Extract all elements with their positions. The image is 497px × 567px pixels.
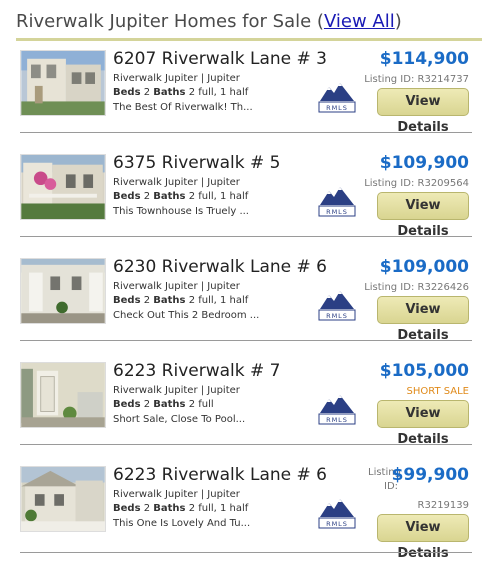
listing-photo[interactable] [20,258,106,324]
beds-label: Beds [113,191,141,202]
baths-label: Baths [153,191,186,202]
svg-text:RMLS: RMLS [326,416,348,424]
listing-description: The Best Of Riverwalk! Th... [113,102,253,113]
page-title-text: Riverwalk Jupiter Homes for Sale [16,11,312,32]
beds-value: 2 [143,295,151,306]
townhouse-photo [21,155,105,219]
baths-value: 2 full [188,399,214,410]
listing-community: Riverwalk Jupiter | Jupiter [113,489,240,500]
listing-item: 6223 Riverwalk # 7 Riverwalk Jupiter | J… [20,360,472,454]
listing-community: Riverwalk Jupiter | Jupiter [113,177,240,188]
listing-item: 6223 Riverwalk Lane # 6 Riverwalk Jupite… [20,464,472,561]
listing-description: This Townhouse Is Truely ... [113,206,249,217]
listing-community: Riverwalk Jupiter | Jupiter [113,385,240,396]
page-title: Riverwalk Jupiter Homes for Sale (View A… [16,10,482,34]
beds-label: Beds [113,503,141,514]
listing-beds-baths: Beds 2 Baths 2 full, 1 half [113,86,248,99]
townhouse-photo [21,363,105,427]
beds-value: 2 [143,503,151,514]
listing-address[interactable]: 6375 Riverwalk # 5 [113,152,280,174]
listing-item: 6375 Riverwalk # 5 Riverwalk Jupiter | J… [20,152,472,246]
beds-label: Beds [113,399,141,410]
short-sale-badge: SHORT SALE [406,386,469,397]
listing-id: Listing ID: R3209564 [364,178,469,189]
baths-value: 2 full, 1 half [188,87,249,98]
divider [20,340,472,341]
baths-label: Baths [153,295,186,306]
listing-price: $109,900 [379,153,469,173]
baths-label: Baths [153,503,186,514]
baths-label: Baths [153,399,186,410]
listing-beds-baths: Beds 2 Baths 2 full, 1 half [113,294,248,307]
beds-label: Beds [113,295,141,306]
beds-value: 2 [143,399,151,410]
svg-text:RMLS: RMLS [326,520,348,528]
listing-description: This One Is Lovely And Tu... [113,518,251,529]
svg-text:RMLS: RMLS [326,208,348,216]
baths-value: 2 full, 1 half [188,191,249,202]
divider [20,444,472,445]
listing-id: Listing ID: R3226426 [364,282,469,293]
section-header: Riverwalk Jupiter Homes for Sale (View A… [16,10,482,41]
paren-open: ( [311,11,324,32]
listing-photo[interactable] [20,362,106,428]
listing-address[interactable]: 6223 Riverwalk # 7 [113,360,280,382]
listing-beds-baths: Beds 2 Baths 2 full [113,398,214,411]
listing-price: $105,000 [379,361,469,381]
listing-price: $109,000 [379,257,469,277]
rmls-logo-icon: RMLS [317,494,357,529]
townhouse-photo [21,259,105,323]
rmls-logo-icon: RMLS [317,390,357,425]
view-details-button[interactable]: View Details [377,192,469,239]
beds-value: 2 [143,191,151,202]
listing-address[interactable]: 6207 Riverwalk Lane # 3 [113,48,327,70]
listing-item: 6207 Riverwalk Lane # 3 Riverwalk Jupite… [20,48,472,142]
listing-item: 6230 Riverwalk Lane # 6 Riverwalk Jupite… [20,256,472,350]
listing-community: Riverwalk Jupiter | Jupiter [113,73,240,84]
divider [20,236,472,237]
svg-text:RMLS: RMLS [326,312,348,320]
rmls-logo-icon: RMLS [317,78,357,113]
view-all-link[interactable]: View All [324,11,395,32]
rmls-logo-icon: RMLS [317,182,357,217]
view-details-button[interactable]: View Details [377,514,469,561]
baths-value: 2 full, 1 half [188,503,249,514]
view-details-button[interactable]: View Details [377,88,469,135]
listing-beds-baths: Beds 2 Baths 2 full, 1 half [113,190,248,203]
townhouse-photo [21,51,105,115]
baths-value: 2 full, 1 half [188,295,249,306]
listing-id: R3219139 [417,500,469,511]
beds-value: 2 [143,87,151,98]
divider [20,552,472,553]
listing-photo[interactable] [20,154,106,220]
rmls-logo-icon: RMLS [317,286,357,321]
listing-address[interactable]: 6223 Riverwalk Lane # 6 [113,464,327,486]
listing-address[interactable]: 6230 Riverwalk Lane # 6 [113,256,327,278]
paren-close: ) [394,11,402,32]
listing-price: $114,900 [379,49,469,69]
divider [20,132,472,133]
listing-beds-baths: Beds 2 Baths 2 full, 1 half [113,502,248,515]
svg-text:RMLS: RMLS [326,104,348,112]
view-details-button[interactable]: View Details [377,296,469,343]
baths-label: Baths [153,87,186,98]
beds-label: Beds [113,87,141,98]
listing-description: Check Out This 2 Bedroom ... [113,310,260,321]
listing-photo[interactable] [20,466,106,532]
listing-id: Listing ID: R3214737 [364,74,469,85]
listing-price: $99,900 [391,465,469,485]
listing-community: Riverwalk Jupiter | Jupiter [113,281,240,292]
listing-photo[interactable] [20,50,106,116]
view-details-button[interactable]: View Details [377,400,469,447]
listing-description: Short Sale, Close To Pool... [113,414,246,425]
townhouse-photo [21,467,105,531]
